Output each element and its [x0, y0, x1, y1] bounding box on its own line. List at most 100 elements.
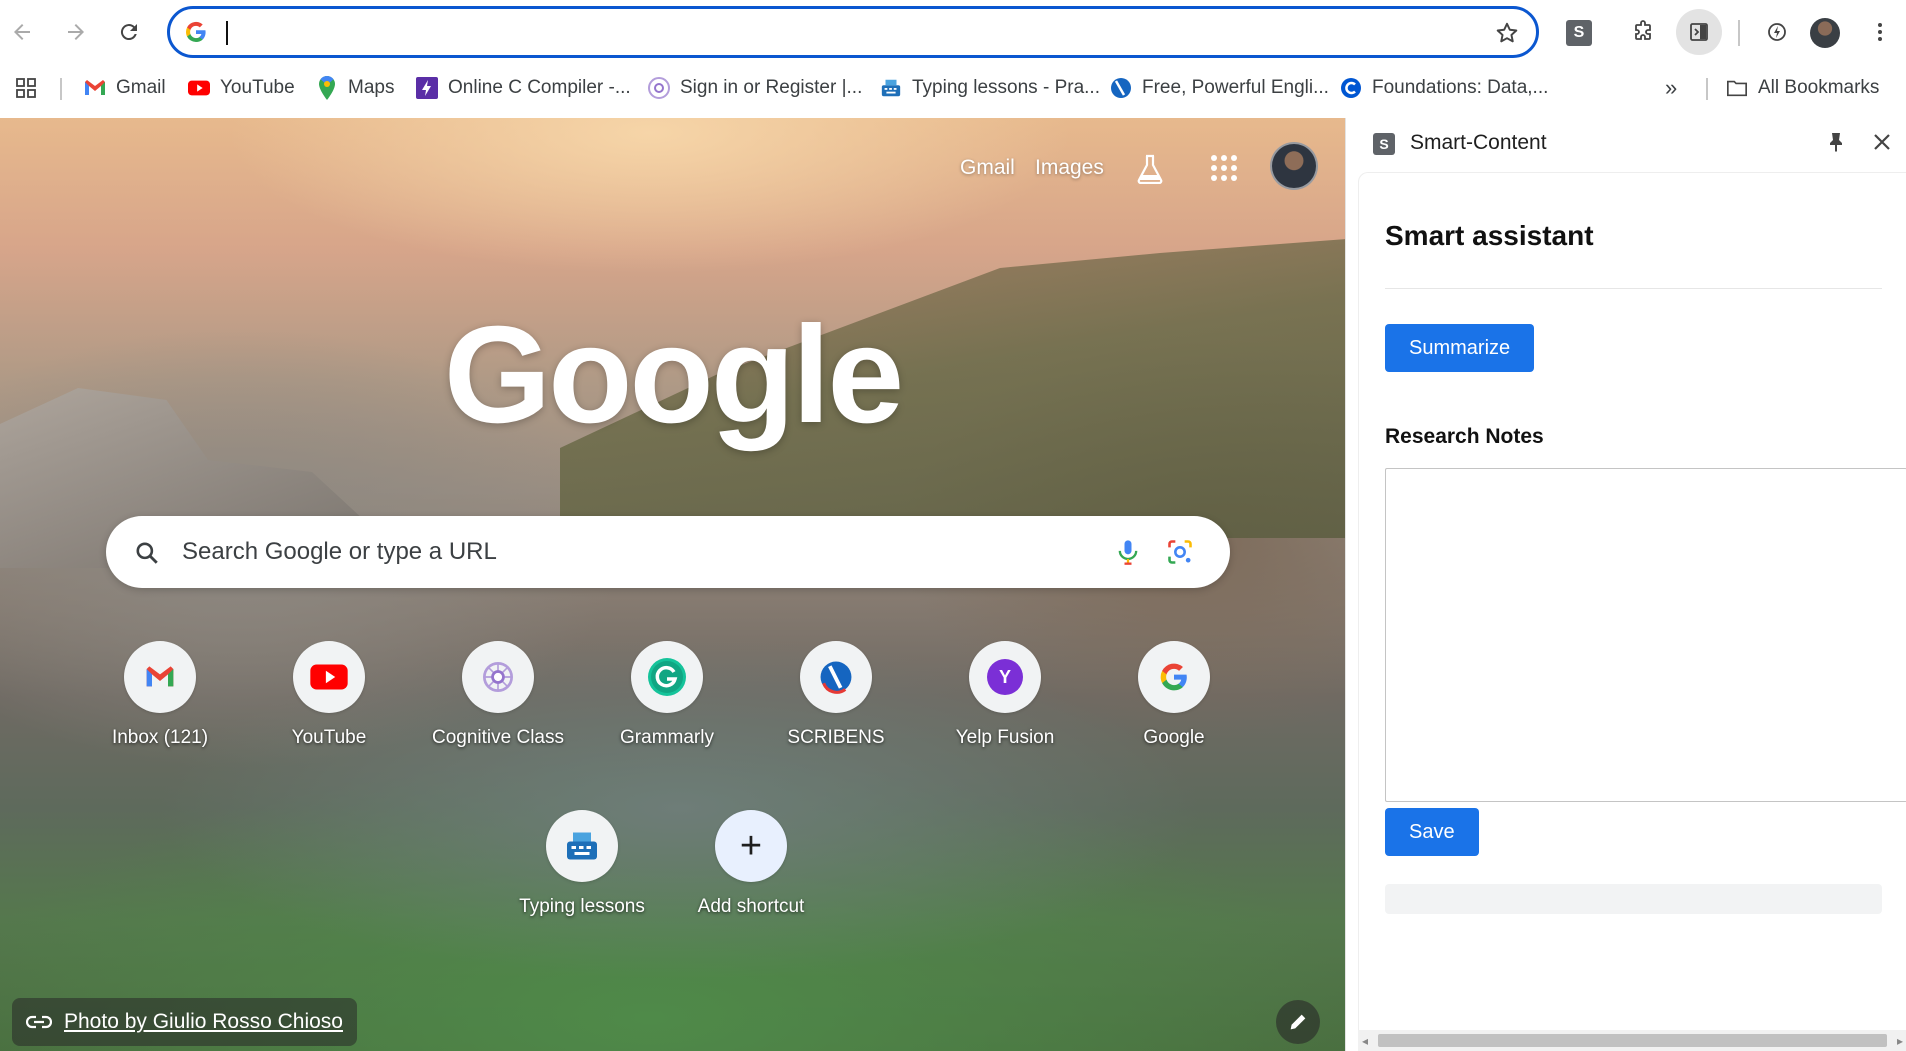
- side-panel-icon: [1690, 23, 1708, 41]
- bookmark-online-c-compiler[interactable]: Online C Compiler -...: [416, 76, 631, 100]
- new-tab-page: Gmail Images Google Inbox (121) YouTube: [0, 118, 1345, 1051]
- side-panel-button[interactable]: [1676, 9, 1722, 55]
- shortcut-label: YouTube: [291, 727, 367, 748]
- bookmark-foundations-data[interactable]: Foundations: Data,...: [1340, 76, 1548, 100]
- research-notes-textarea[interactable]: [1385, 468, 1906, 802]
- shortcut-grammarly[interactable]: Grammarly: [597, 641, 737, 749]
- yelp-y-icon: Y: [987, 659, 1023, 695]
- bookmarks-divider: [60, 78, 62, 100]
- add-shortcut-button[interactable]: + Add shortcut: [681, 810, 821, 918]
- photo-credit[interactable]: Photo by Giulio Rosso Chioso: [12, 998, 357, 1046]
- shortcut-google[interactable]: Google: [1104, 641, 1244, 749]
- energy-saver-icon: [1768, 23, 1786, 41]
- gmail-icon: [146, 666, 174, 687]
- all-bookmarks-label: All Bookmarks: [1758, 77, 1880, 98]
- bookmark-label: Free, Powerful Engli...: [1142, 77, 1329, 98]
- shortcut-label: Inbox (121): [111, 727, 209, 748]
- bookmark-gmail[interactable]: Gmail: [84, 76, 166, 100]
- labs-flask-icon[interactable]: [1136, 154, 1164, 184]
- youtube-icon: [310, 664, 348, 690]
- scrollbar-thumb[interactable]: [1378, 1034, 1887, 1047]
- kebab-menu-icon: [1878, 23, 1882, 41]
- cognitive-icon: [483, 662, 513, 692]
- side-panel-header: S Smart-Content: [1346, 118, 1906, 168]
- bookmark-label: Online C Compiler -...: [448, 77, 631, 98]
- browser-toolbar: S: [0, 0, 1906, 64]
- google-apps-icon[interactable]: [1210, 154, 1238, 182]
- bookmark-youtube[interactable]: YouTube: [188, 76, 295, 100]
- youtube-icon: [188, 77, 210, 99]
- smart-content-logo: S: [1373, 133, 1395, 155]
- keyboard-icon: [880, 77, 902, 99]
- extensions-button[interactable]: [1623, 12, 1663, 52]
- research-notes-heading: Research Notes: [1385, 425, 1544, 448]
- google-g-icon: [1160, 663, 1187, 691]
- reload-icon: [120, 24, 137, 41]
- gmail-link[interactable]: Gmail: [960, 156, 1015, 180]
- bookmark-free-powerful-english[interactable]: Free, Powerful Engli...: [1110, 76, 1329, 100]
- back-button[interactable]: [2, 12, 42, 52]
- bookmark-maps[interactable]: Maps: [316, 76, 394, 100]
- pin-icon[interactable]: [1824, 130, 1848, 154]
- bookmark-typing-lessons[interactable]: Typing lessons - Pra...: [880, 76, 1100, 100]
- shortcut-inbox[interactable]: Inbox (121): [90, 641, 230, 749]
- bookmark-label: Gmail: [116, 77, 166, 98]
- google-lens-icon[interactable]: [1166, 538, 1194, 566]
- status-area: [1385, 884, 1882, 914]
- star-outline-icon[interactable]: [1494, 20, 1520, 46]
- performance-button[interactable]: [1757, 12, 1797, 52]
- apps-grid-icon: [16, 78, 36, 98]
- shortcut-tile: [546, 810, 618, 882]
- shortcut-scribens[interactable]: SCRIBENS: [766, 641, 906, 749]
- search-box[interactable]: [106, 516, 1230, 588]
- pencil-icon: [1290, 1014, 1306, 1030]
- bookmark-sign-in-register[interactable]: Sign in or Register |...: [648, 76, 862, 100]
- customize-button[interactable]: [1276, 1000, 1320, 1044]
- all-bookmarks-button[interactable]: All Bookmarks: [1726, 76, 1879, 100]
- photo-credit-link[interactable]: Photo by Giulio Rosso Chioso: [64, 1010, 343, 1034]
- side-panel-title[interactable]: Smart-Content: [1410, 131, 1547, 155]
- shortcut-tile: [124, 641, 196, 713]
- shortcut-tile: [800, 641, 872, 713]
- shortcut-label: Cognitive Class: [432, 727, 564, 748]
- address-bar[interactable]: [167, 6, 1539, 58]
- account-avatar[interactable]: [1270, 142, 1318, 190]
- grammarly-icon: [648, 658, 686, 696]
- scribens-icon: [820, 661, 852, 694]
- apps-button[interactable]: [14, 76, 38, 100]
- shortcut-cognitive-class[interactable]: Cognitive Class: [428, 641, 568, 749]
- text-caret: [226, 21, 228, 45]
- scribens-icon: [1110, 77, 1132, 99]
- link-icon: [26, 1015, 52, 1029]
- horizontal-scrollbar[interactable]: ◂ ▸: [1358, 1030, 1906, 1051]
- arrow-forward-icon: [68, 24, 84, 40]
- microphone-icon[interactable]: [1114, 538, 1142, 566]
- smart-content-extension-button[interactable]: S: [1566, 20, 1592, 46]
- shortcut-tile: [631, 641, 703, 713]
- forward-button[interactable]: [56, 12, 96, 52]
- summarize-button[interactable]: Summarize: [1385, 324, 1535, 372]
- shortcut-tile: [462, 641, 534, 713]
- profile-avatar[interactable]: [1810, 18, 1840, 48]
- scroll-right-arrow-icon[interactable]: ▸: [1897, 1034, 1903, 1048]
- menu-button[interactable]: [1860, 12, 1900, 52]
- close-icon[interactable]: [1870, 130, 1894, 154]
- assistant-heading: Smart assistant: [1385, 220, 1594, 251]
- more-bookmarks-button[interactable]: »: [1665, 75, 1677, 100]
- shortcut-label: Grammarly: [620, 727, 714, 748]
- coursera-icon: [1340, 77, 1362, 99]
- bookmarks-divider: [1706, 78, 1708, 100]
- scroll-left-arrow-icon[interactable]: ◂: [1362, 1034, 1368, 1048]
- toolbar-divider: [1738, 20, 1740, 46]
- reload-button[interactable]: [109, 12, 149, 52]
- divider: [1385, 288, 1882, 289]
- save-button[interactable]: Save: [1385, 808, 1479, 856]
- shortcut-yelp-fusion[interactable]: Y Yelp Fusion: [935, 641, 1075, 749]
- cognitive-icon: [648, 77, 670, 99]
- search-input[interactable]: [182, 530, 1082, 574]
- images-link[interactable]: Images: [1035, 156, 1104, 180]
- search-icon: [136, 542, 158, 564]
- shortcut-youtube[interactable]: YouTube: [259, 641, 399, 749]
- shortcut-typing-lessons[interactable]: Typing lessons: [512, 810, 652, 918]
- shortcut-tile: [1138, 641, 1210, 713]
